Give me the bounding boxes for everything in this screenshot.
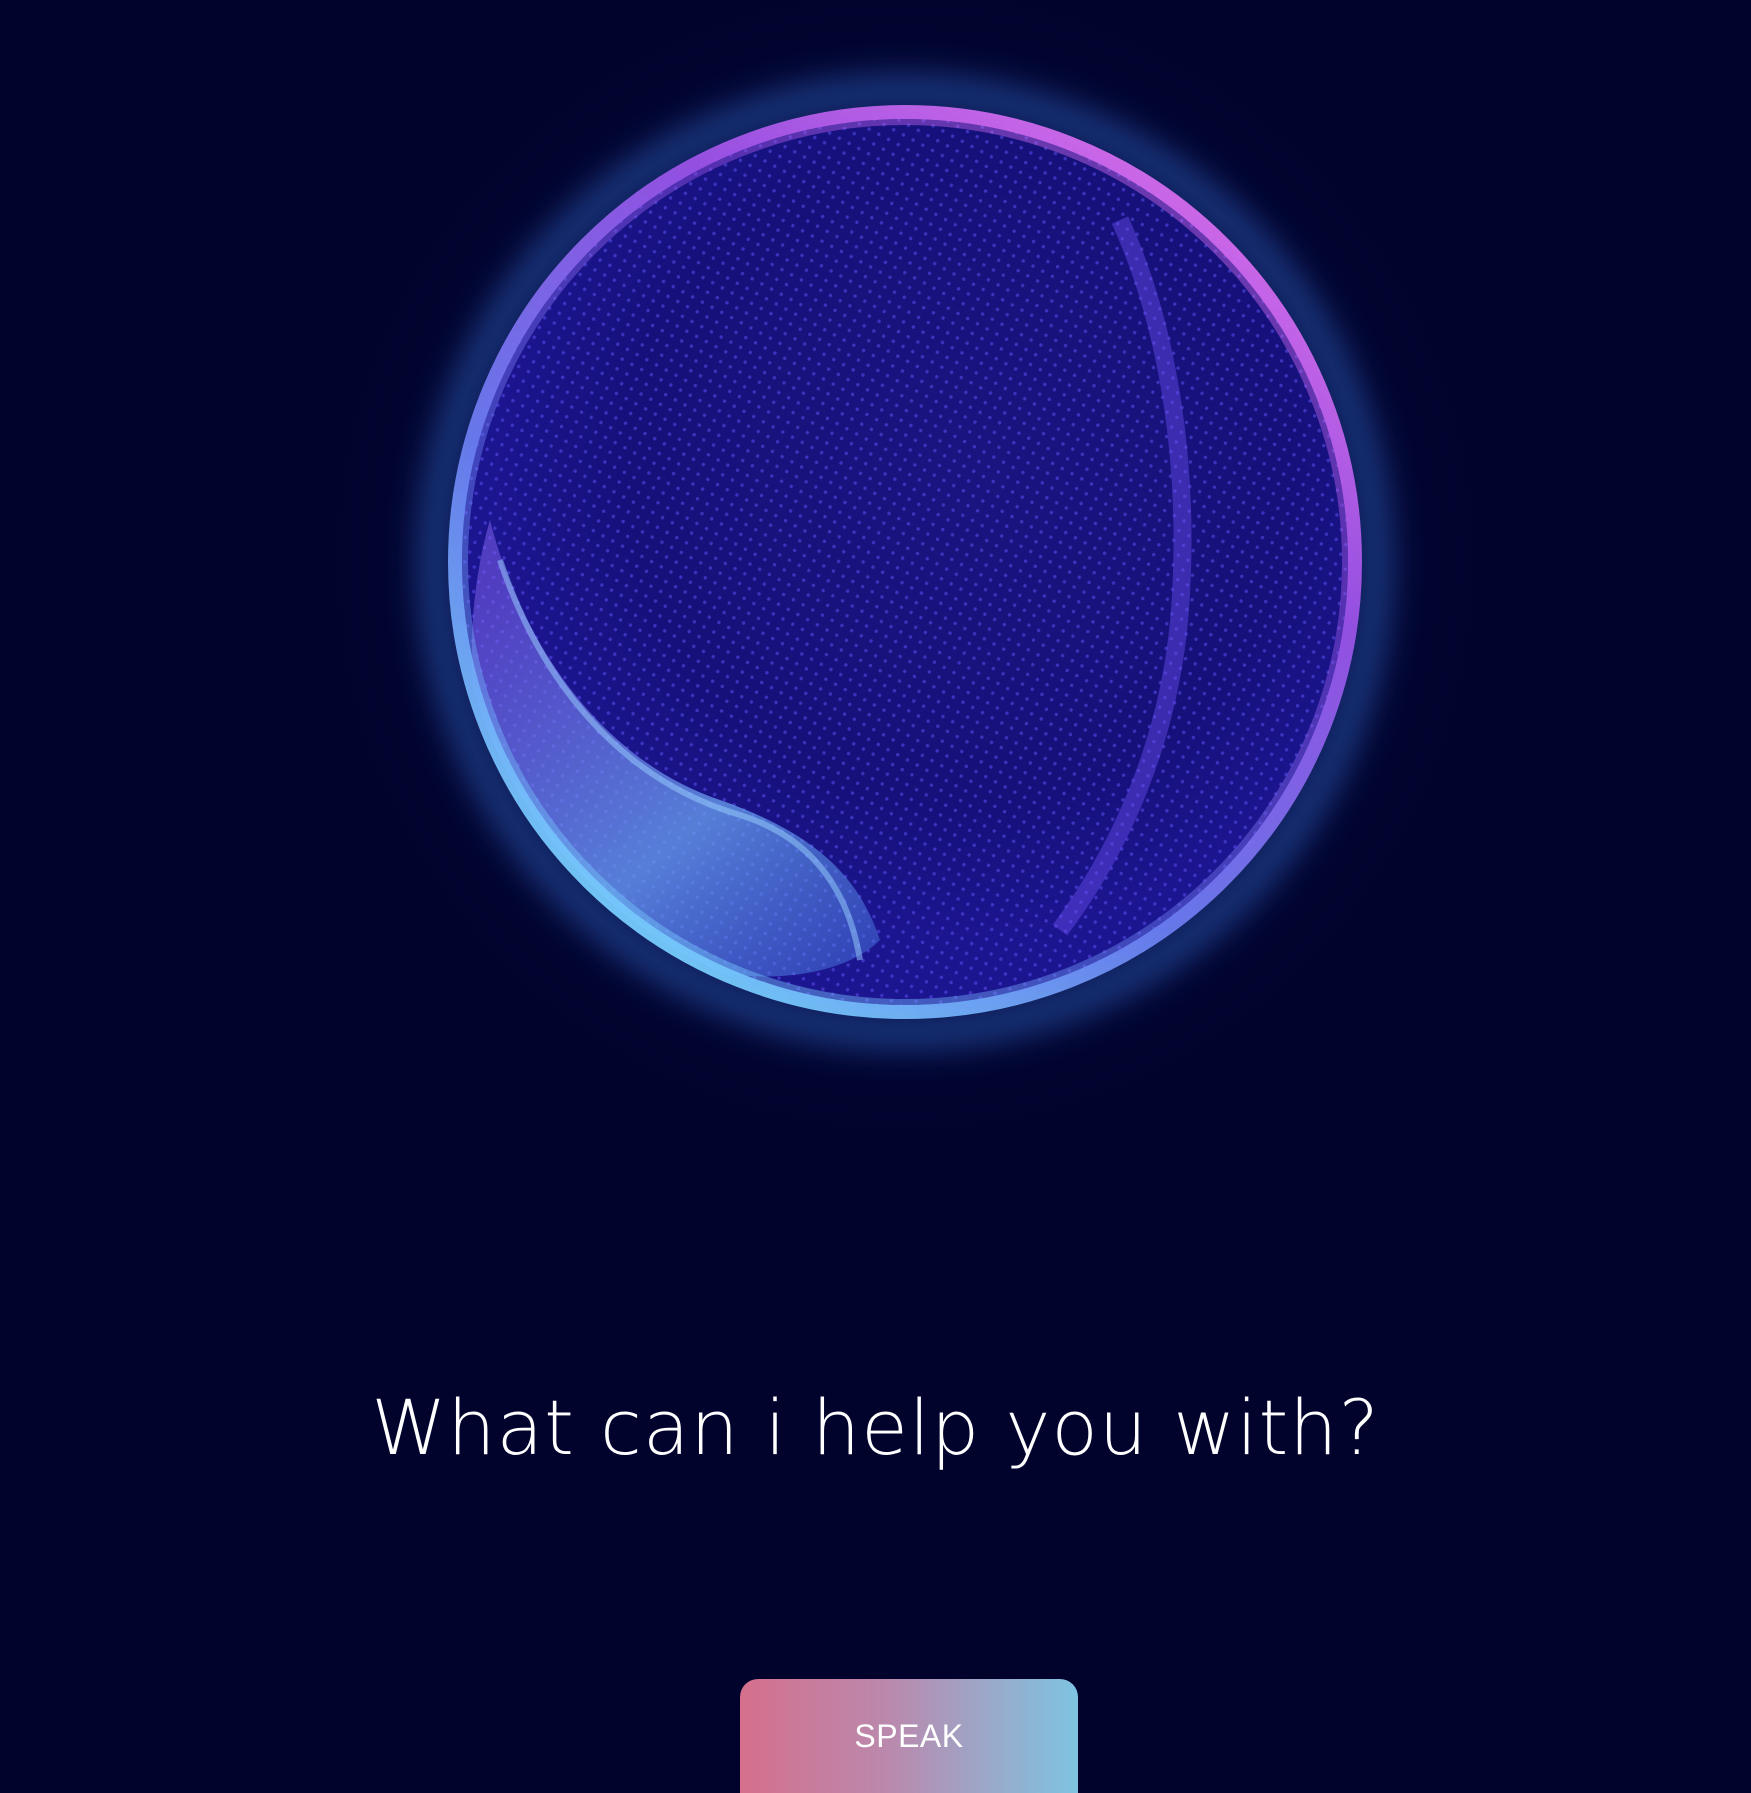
speak-button[interactable]: SPEAK	[740, 1679, 1078, 1793]
assistant-prompt: What can i help you with?	[371, 1383, 1380, 1472]
particle-sphere-icon	[285, 0, 1525, 1182]
voice-assistant-orb	[0, 0, 1751, 1200]
